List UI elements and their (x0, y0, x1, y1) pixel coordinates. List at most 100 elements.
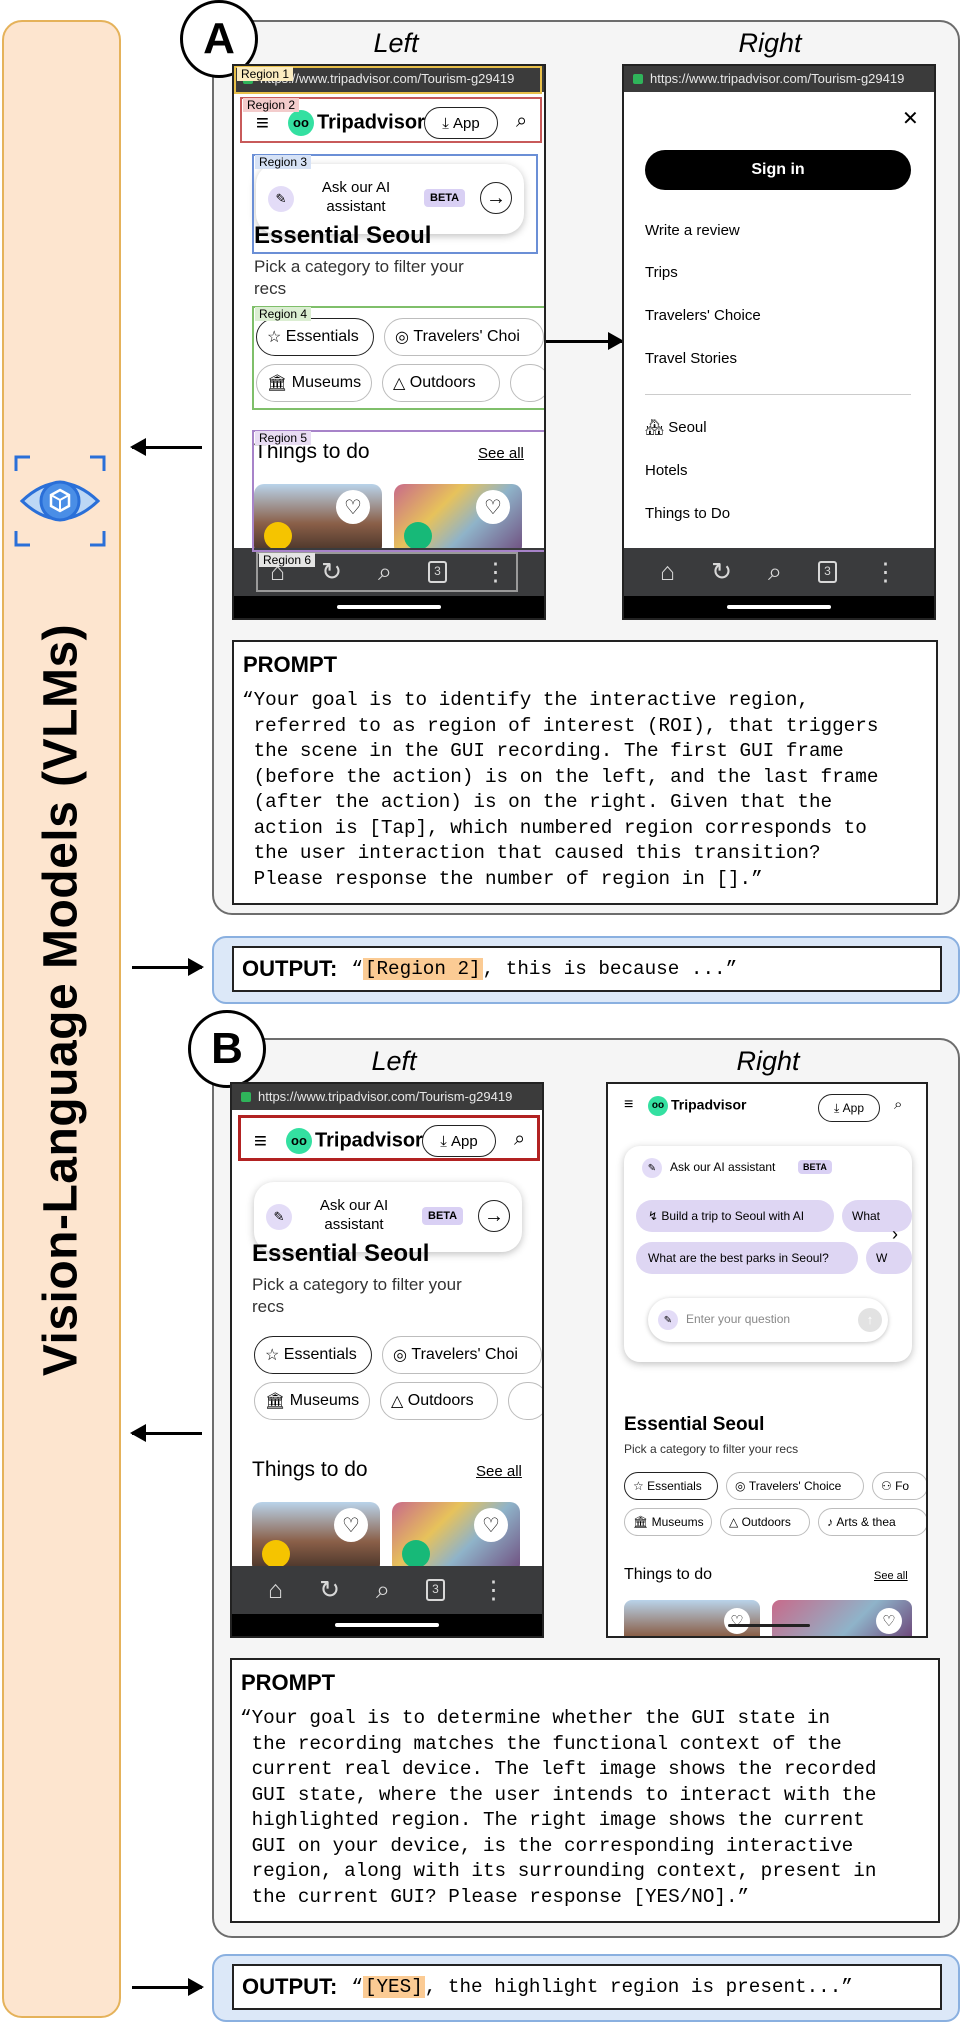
attraction-thumbnail[interactable]: ♡ (392, 1502, 520, 1574)
suggestion-chip[interactable]: What (842, 1200, 912, 1232)
see-all-link[interactable]: See all (476, 1463, 522, 1480)
output-text: “[Region 2], this is because ...” (351, 958, 738, 980)
panel-b-left-phone: https://www.tripadvisor.com/Tourism-g294… (230, 1082, 544, 1638)
owl-icon: oo (648, 1096, 668, 1116)
url-bar[interactable]: https://www.tripadvisor.com/Tourism-g294… (232, 1084, 542, 1110)
chip-essentials[interactable]: ☆ Essentials (624, 1472, 718, 1500)
search-icon[interactable]: ⌕ (894, 1096, 902, 1113)
url-bar[interactable]: https://www.tripadvisor.com/Tourism-g294… (624, 66, 934, 92)
panel-a-left-title: Left (373, 28, 419, 58)
chip-outdoors[interactable]: △ Outdoors (380, 1382, 498, 1420)
page-heading: Essential Seoul (252, 1240, 430, 1267)
arrow-to-vlm-a (130, 438, 202, 456)
browser-nav-bar: ⌂ ↻ ⌕ 3 ⋮ (624, 548, 934, 618)
home-icon[interactable]: ⌂ (268, 1576, 283, 1605)
ai-assistant-panel: ✎ Ask our AI assistant BETA ↯ Build a tr… (624, 1146, 912, 1362)
suggestion-chip[interactable]: What are the best parks in Seoul? (636, 1242, 858, 1274)
gesture-bar (232, 1614, 542, 1636)
panel-a-right-phone: https://www.tripadvisor.com/Tourism-g294… (622, 64, 936, 620)
more-icon[interactable]: ⋮ (481, 1575, 506, 1605)
more-icon[interactable]: ⋮ (873, 557, 898, 587)
ai-text: Ask our AI assistant (319, 1197, 389, 1233)
heart-icon[interactable]: ♡ (876, 1608, 902, 1634)
tabs-icon[interactable]: 3 (818, 561, 838, 583)
menu-divider (645, 394, 911, 395)
menu-travelers-choice[interactable]: Travelers' Choice (645, 307, 761, 324)
attraction-thumbnail[interactable]: ♡ (624, 1600, 760, 1636)
chip-museums[interactable]: 🏛 Museums (254, 1382, 370, 1420)
tabs-icon[interactable]: 3 (426, 1579, 446, 1601)
eye-scan-icon (14, 455, 106, 547)
panel-b-right-phone: ≡ oo Tripadvisor ⤓ App ⌕ ✎ Ask our AI ass… (606, 1082, 928, 1638)
heart-icon[interactable]: ♡ (334, 1508, 368, 1542)
menu-trips[interactable]: Trips (645, 264, 678, 281)
prompt-title: PROMPT (241, 1670, 336, 1695)
chip-outdoors[interactable]: △ Outdoors (720, 1508, 810, 1536)
sparkle-icon: ✎ (658, 1310, 678, 1330)
reload-icon[interactable]: ↻ (319, 1575, 340, 1605)
menu-seoul[interactable]: 🏘 Seoul (645, 418, 707, 436)
app-button[interactable]: ⤓ App (818, 1094, 880, 1122)
panel-a-output: OUTPUT: “[Region 2], this is because ...… (232, 946, 942, 992)
menu-icon[interactable]: ≡ (624, 1096, 633, 1114)
brand-name: Tripadvisor (671, 1096, 747, 1113)
section-title: Things to do (624, 1566, 713, 1583)
highlighted-region (238, 1115, 540, 1161)
suggestion-chip[interactable]: W (866, 1242, 912, 1274)
panel-a-right-title: Right (738, 28, 802, 58)
arrow-to-vlm-b (130, 1424, 202, 1442)
building-icon: 🏘 (645, 419, 669, 436)
arrow-from-vlm-a (132, 958, 204, 976)
region-4: Region 4 (252, 306, 544, 410)
ai-text: Ask our AI assistant (670, 1160, 776, 1174)
download-icon: ⤓ (834, 1100, 843, 1115)
region-6: Region 6 (256, 552, 518, 592)
home-icon[interactable]: ⌂ (660, 558, 675, 587)
sparkle-icon: ✎ (642, 1158, 662, 1178)
arrow-circle-icon[interactable]: → (478, 1200, 510, 1232)
menu-travel-stories[interactable]: Travel Stories (645, 350, 737, 367)
chip-arts[interactable]: ♪ Arts & thea (818, 1508, 926, 1536)
region-5: Region 5 (252, 430, 544, 552)
menu-hotels[interactable]: Hotels (645, 462, 688, 479)
tripadvisor-logo[interactable]: oo Tripadvisor (648, 1096, 746, 1116)
heart-icon[interactable]: ♡ (474, 1508, 508, 1542)
chevron-right-icon[interactable]: › (892, 1224, 898, 1245)
reload-icon[interactable]: ↻ (711, 557, 732, 587)
panel-b-prompt: PROMPT “Your goal is to determine whethe… (230, 1658, 940, 1923)
sparkle-icon: ✎ (266, 1204, 292, 1230)
output-text: “[YES], the highlight region is present.… (351, 1976, 853, 1998)
menu-write-review[interactable]: Write a review (645, 222, 740, 239)
chip-more[interactable] (508, 1382, 542, 1420)
award-badge (402, 1540, 430, 1568)
prompt-title: PROMPT (243, 652, 338, 677)
panel-b-right-title: Right (736, 1046, 800, 1076)
chip-essentials[interactable]: ☆ Essentials (254, 1336, 372, 1374)
sign-in-button[interactable]: Sign in (645, 150, 911, 190)
send-icon[interactable]: ↑ (858, 1308, 882, 1332)
prompt-text: “Your goal is to determine whether the G… (240, 1707, 877, 1908)
output-label: OUTPUT: (242, 956, 338, 981)
transition-arrow (546, 332, 624, 350)
chip-travelers-choice[interactable]: ◎ Travelers' Choice (726, 1472, 864, 1500)
attraction-thumbnail[interactable]: ♡ (252, 1502, 380, 1574)
search-icon[interactable]: ⌕ (768, 558, 782, 587)
region-1: Region 1 (234, 66, 542, 94)
app-button-label: App (842, 1101, 864, 1115)
chip-food[interactable]: ⚇ Fo (872, 1472, 926, 1500)
gesture-bar (728, 1624, 810, 1627)
see-all-link[interactable]: See all (874, 1570, 908, 1582)
attraction-thumbnail[interactable]: ♡ (772, 1600, 912, 1636)
output-label: OUTPUT: (242, 1974, 338, 1999)
output-highlight: [Region 2] (362, 958, 483, 980)
chip-museums[interactable]: 🏛 Museums (624, 1508, 712, 1536)
question-input[interactable]: ✎ Enter your question ↑ (648, 1298, 888, 1342)
page-subheading: Pick a category to filter your recs (252, 1275, 462, 1316)
heart-icon[interactable]: ♡ (724, 1608, 750, 1634)
close-icon[interactable]: ✕ (902, 106, 919, 131)
chip-travelers-choice[interactable]: ◎ Travelers' Choi (382, 1336, 542, 1374)
menu-things-to-do[interactable]: Things to Do (645, 505, 730, 522)
search-icon[interactable]: ⌕ (376, 1576, 390, 1605)
suggestion-chip[interactable]: ↯ Build a trip to Seoul with AI (636, 1200, 834, 1232)
arrow-from-vlm-b (132, 1978, 204, 1996)
